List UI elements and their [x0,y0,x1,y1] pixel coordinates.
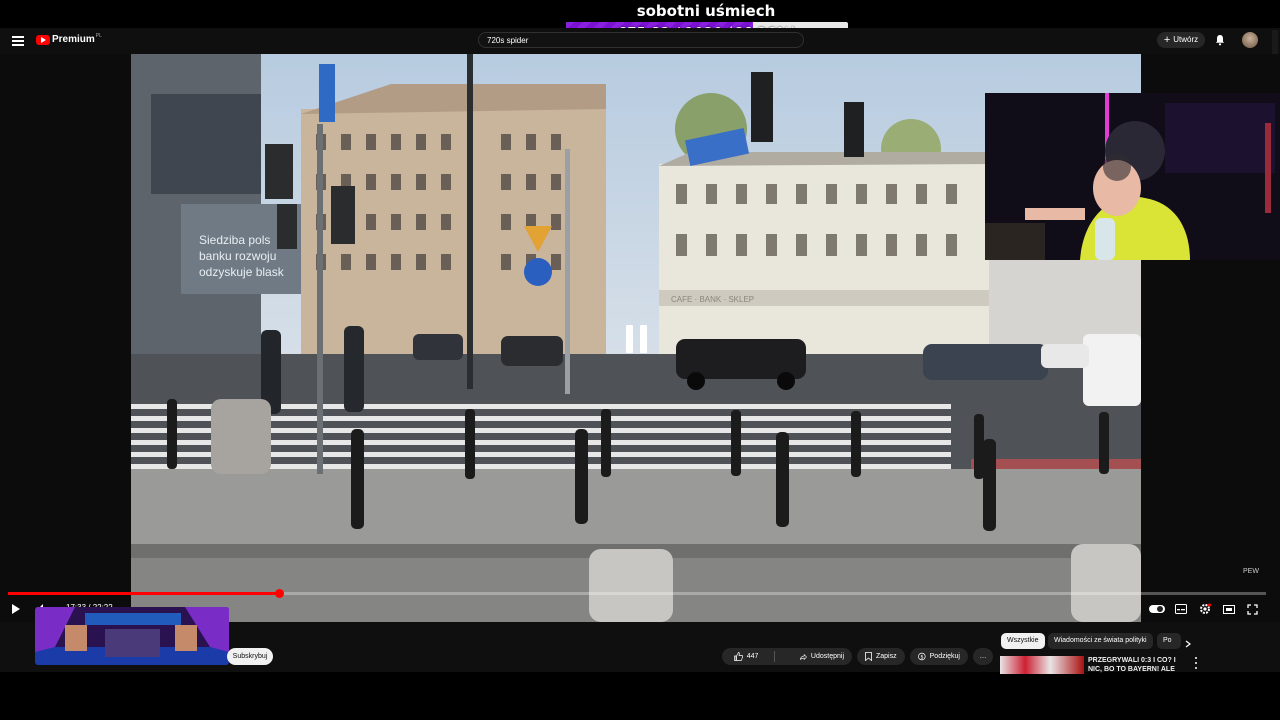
svg-text:odzyskuje blask: odzyskuje blask [199,265,285,279]
svg-text:Siedziba pols: Siedziba pols [199,233,270,247]
stream-banner-image [35,607,229,665]
notifications-bell-icon[interactable] [1214,34,1226,46]
chevron-right-icon[interactable] [1183,637,1193,651]
bookmark-icon [865,652,872,661]
chip-world-politics[interactable]: Wiadomości ze świata polityki [1048,633,1153,649]
recommended-more-icon[interactable] [1194,657,1198,669]
chip-all[interactable]: Wszystkie [1001,633,1045,649]
autoplay-toggle[interactable] [1148,602,1166,616]
logo-region: PL [95,32,102,39]
settings-gear-icon[interactable] [1198,602,1212,616]
share-icon [800,653,807,660]
thumbs-up-icon [733,652,743,661]
streamer-webcam [985,93,1280,260]
page-bottom [0,672,1280,720]
chip-more[interactable]: Po [1157,633,1181,649]
subscribe-button[interactable]: Subskrybuj [227,648,273,665]
search-input[interactable]: 720s spider [478,32,804,48]
share-label: Udostępnij [810,653,844,660]
save-button[interactable]: Zapisz [857,648,905,665]
plus-icon: + [1163,34,1171,46]
recommended-video-thumbnail[interactable] [1000,656,1084,674]
theater-mode-icon[interactable] [1222,602,1235,616]
stream-title: sobotni uśmiech [636,2,776,20]
thanks-button[interactable]: $ Podziękuj [910,648,968,665]
webcam-overlay [985,93,1280,260]
recommended-video-title[interactable]: PRZEGRYWALI 0:3 I CO? I NIC, BO TO BAYER… [1088,656,1184,674]
fullscreen-icon[interactable] [1246,602,1259,616]
pause-indicator-icon[interactable] [616,316,656,362]
thanks-label: Podziękuj [929,653,960,660]
play-icon[interactable] [10,602,22,616]
account-avatar[interactable] [1242,32,1258,48]
create-button[interactable]: + Utwórz [1157,32,1205,48]
more-actions-icon: … [979,653,987,660]
youtube-play-icon [36,34,50,45]
more-actions-button[interactable]: … [973,648,993,665]
svg-text:CAFE · BANK · SKLEP: CAFE · BANK · SKLEP [671,295,754,304]
like-button[interactable]: 447 [722,648,770,665]
subtitles-icon[interactable] [1174,602,1187,616]
scrubber-handle[interactable] [275,589,284,598]
youtube-logo[interactable]: Premium PL [36,32,102,45]
thanks-icon: $ [918,652,926,660]
menu-icon[interactable] [12,36,24,46]
channel-watermark[interactable]: PEW [1243,568,1265,580]
svg-text:$: $ [920,654,923,660]
video-progress-fill [8,592,279,595]
save-label: Zapisz [876,653,897,660]
video-progress-bar[interactable] [8,592,1266,595]
create-label: Utwórz [1173,35,1199,44]
like-count: 447 [746,653,759,660]
share-button[interactable]: Udostępnij [792,648,852,665]
svg-text:banku rozwoju: banku rozwoju [199,249,276,263]
logo-text: Premium [52,34,95,45]
